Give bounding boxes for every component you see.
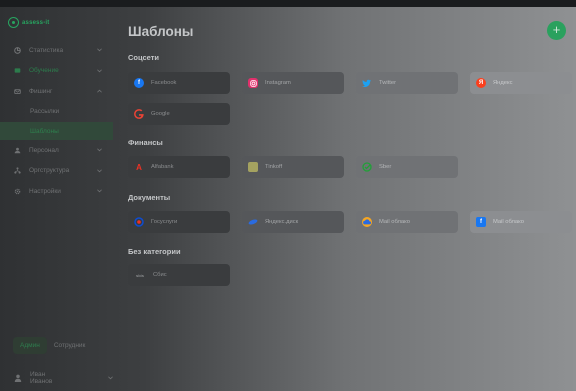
sidebar-item-label: Персонал — [29, 146, 59, 154]
section-title-social: Соцсети — [128, 53, 160, 62]
template-card-label: Mail облако — [493, 219, 524, 225]
template-card-label: Сбис — [153, 272, 167, 278]
add-template-button[interactable]: + — [547, 21, 566, 40]
gear-icon — [14, 188, 21, 195]
template-card[interactable]: Яндекс.диск — [242, 211, 344, 233]
sidebar-nav: Статистика Обучение Фишинг Рассылки Шабл… — [0, 40, 113, 202]
sidebar-item-templates[interactable]: Шаблоны — [0, 122, 113, 140]
sidebar-item-mailings[interactable]: Рассылки — [0, 102, 113, 123]
sidebar-item-label: Обучение — [29, 67, 59, 75]
template-card-label: Mail облако — [379, 219, 410, 225]
template-card[interactable]: Google — [128, 103, 230, 125]
facebook-icon: f — [134, 78, 144, 88]
app-window: assess-it Статистика Обучение Фишинг Рас… — [0, 7, 576, 391]
chevron-down-icon — [97, 168, 102, 175]
sidebar-item-phishing[interactable]: Фишинг — [0, 81, 113, 102]
chart-icon — [14, 46, 21, 54]
google-icon — [134, 109, 144, 119]
sidebar-item-label: Фишинг — [29, 87, 53, 95]
brand-logo[interactable]: assess-it — [8, 17, 50, 28]
sber-icon — [362, 162, 372, 172]
chevron-down-icon — [97, 188, 102, 195]
section-title-documents: Документы — [128, 193, 171, 202]
sidebar-item-label: Шаблоны — [30, 127, 59, 135]
template-card[interactable]: Mail облако — [356, 211, 458, 233]
template-card-label: Яндекс.диск — [265, 219, 299, 225]
chevron-up-icon — [97, 88, 102, 95]
template-card[interactable]: f Mail облако — [470, 211, 572, 233]
brand-name: assess-it — [22, 19, 50, 26]
chevron-down-icon — [108, 375, 113, 382]
sidebar-item-label: Статистика — [29, 46, 64, 54]
sidebar: assess-it Статистика Обучение Фишинг Рас… — [0, 7, 113, 391]
template-card-label: Twitter — [379, 80, 397, 86]
chevron-down-icon — [97, 147, 102, 154]
template-card[interactable]: sbis Сбис — [128, 264, 230, 286]
sidebar-item-label: Рассылки — [30, 108, 60, 116]
section-grid-social: f Facebook Instagram Twitter Я Яндекс Go… — [128, 72, 572, 125]
mail-cloud-icon — [362, 217, 372, 227]
section-title-uncategorized: Без категории — [128, 247, 181, 256]
template-card-label: Яндекс — [493, 80, 513, 86]
page-title: Шаблоны — [128, 24, 194, 39]
section-grid-finance: A Alfabank Tinkoff Sber — [128, 156, 572, 178]
template-card-label: Госуслуги — [151, 219, 178, 225]
template-card[interactable]: Госуслуги — [128, 211, 230, 233]
sidebar-item-education[interactable]: Обучение — [0, 61, 113, 82]
sidebar-item-label: Настройки — [29, 187, 61, 195]
template-card[interactable]: Instagram — [242, 72, 344, 94]
phishing-icon — [14, 88, 21, 95]
user-name: Иван Иванов — [30, 371, 53, 385]
logo-icon — [8, 17, 19, 28]
sidebar-item-statistics[interactable]: Статистика — [0, 40, 113, 61]
yandex-disk-icon — [248, 217, 258, 227]
org-icon — [14, 167, 21, 174]
sidebar-item-label: Оргструктура — [29, 167, 70, 175]
user-icon — [14, 374, 22, 382]
sbis-icon: sbis — [135, 272, 144, 278]
template-card-label: Tinkoff — [265, 164, 283, 170]
section-grid-documents: Госуслуги Яндекс.диск Mail облако f Mail… — [128, 211, 572, 233]
role-admin-button[interactable]: Админ — [13, 337, 47, 354]
user-menu[interactable]: Иван Иванов — [14, 371, 113, 385]
role-employee-button[interactable]: Сотрудник — [47, 337, 93, 354]
sidebar-item-org-structure[interactable]: Оргструктура — [0, 161, 113, 182]
sidebar-item-settings[interactable]: Настройки — [0, 181, 113, 202]
template-card[interactable]: f Facebook — [128, 72, 230, 94]
main-content: Шаблоны + Соцсети f Facebook Instagram T… — [128, 7, 576, 391]
template-card[interactable]: Tinkoff — [242, 156, 344, 178]
template-card[interactable]: Я Яндекс — [470, 72, 572, 94]
gosuslugi-icon — [134, 217, 144, 227]
template-card[interactable]: A Alfabank — [128, 156, 230, 178]
alfabank-icon: A — [136, 162, 142, 172]
role-toggle: Админ Сотрудник — [13, 337, 92, 354]
template-card-label: Sber — [379, 164, 392, 170]
template-card[interactable]: Sber — [356, 156, 458, 178]
twitter-icon — [362, 78, 372, 88]
template-card-label: Instagram — [265, 80, 291, 86]
template-card-label: Google — [151, 111, 170, 117]
chevron-down-icon — [97, 47, 102, 54]
tinkoff-icon — [248, 162, 258, 172]
section-grid-uncategorized: sbis Сбис — [128, 264, 572, 286]
chevron-down-icon — [97, 68, 102, 75]
template-card-label: Alfabank — [151, 164, 174, 170]
yandex-icon: Я — [476, 78, 486, 88]
education-icon — [14, 67, 21, 74]
sidebar-item-personnel[interactable]: Персонал — [0, 140, 113, 161]
instagram-icon — [248, 78, 258, 88]
template-card[interactable]: Twitter — [356, 72, 458, 94]
facebook-icon: f — [476, 217, 486, 227]
people-icon — [14, 147, 21, 154]
section-title-finance: Финансы — [128, 138, 163, 147]
template-card-label: Facebook — [151, 80, 177, 86]
